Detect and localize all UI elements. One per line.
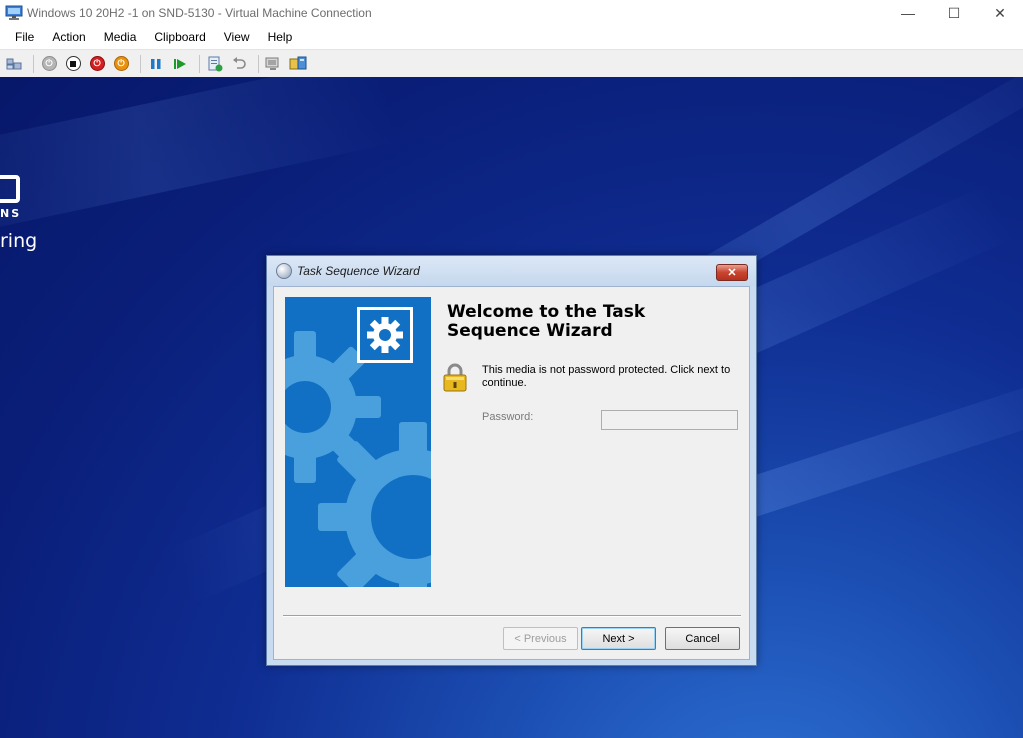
minimize-button[interactable]: — [885, 0, 931, 26]
wizard-app-icon [276, 263, 292, 279]
close-icon: ✕ [994, 4, 1006, 21]
password-status-text: This media is not password protected. Cl… [482, 364, 731, 389]
logo-box [0, 175, 20, 203]
dialog-close-button[interactable]: ✕ [716, 264, 748, 281]
gear-icon [357, 307, 413, 363]
window-title: Windows 10 20H2 -1 on SND-5130 - Virtual… [27, 6, 372, 20]
vm-connection-icon [5, 5, 23, 21]
toolbar: ⏻ ⏻ ⏻ [0, 49, 1023, 77]
revert-icon[interactable] [229, 54, 249, 74]
wizard-heading: Welcome to the Task Sequence Wizard [447, 302, 646, 341]
wizard-side-image [285, 297, 431, 587]
password-input[interactable] [601, 410, 738, 430]
next-button[interactable]: Next > [581, 627, 656, 650]
shutdown-icon[interactable]: ⏻ [87, 54, 107, 74]
light-streak [0, 77, 399, 247]
brand-text: ring [0, 230, 38, 252]
task-sequence-wizard-dialog: Task Sequence Wizard ✕ Welcome to the Ta… [266, 255, 757, 666]
reset-icon[interactable] [170, 54, 190, 74]
toolbar-separator [258, 54, 259, 73]
button-separator [283, 615, 741, 617]
menu-clipboard[interactable]: Clipboard [145, 26, 214, 49]
toolbar-separator [140, 54, 141, 73]
brand-fragment: NS [0, 207, 22, 220]
turn-off-icon[interactable] [63, 54, 83, 74]
dialog-titlebar: Task Sequence Wizard ✕ [267, 256, 756, 286]
minimize-icon: — [901, 5, 915, 21]
checkpoint-icon[interactable] [205, 54, 225, 74]
start-icon[interactable]: ⏻ [39, 54, 59, 74]
previous-button[interactable]: < Previous [503, 627, 578, 650]
menu-view[interactable]: View [215, 26, 259, 49]
menu-help[interactable]: Help [259, 26, 302, 49]
window-titlebar: Windows 10 20H2 -1 on SND-5130 - Virtual… [0, 0, 1023, 26]
maximize-icon: ☐ [947, 4, 961, 21]
maximize-button[interactable]: ☐ [931, 0, 977, 26]
ctrl-alt-del-icon[interactable] [4, 54, 24, 74]
dialog-title: Task Sequence Wizard [297, 264, 420, 278]
enhanced-session-icon[interactable] [264, 54, 284, 74]
menu-bar: File Action Media Clipboard View Help [0, 26, 1023, 49]
dialog-body: Welcome to the Task Sequence Wizard This… [273, 286, 750, 660]
close-window-button[interactable]: ✕ [977, 0, 1023, 26]
close-icon: ✕ [727, 267, 737, 279]
pause-icon[interactable] [146, 54, 166, 74]
password-label: Password: [482, 411, 534, 423]
lock-icon [442, 363, 468, 393]
menu-file[interactable]: File [6, 26, 43, 49]
menu-action[interactable]: Action [43, 26, 94, 49]
share-icon[interactable] [288, 54, 308, 74]
cancel-button[interactable]: Cancel [665, 627, 740, 650]
save-icon[interactable]: ⏻ [111, 54, 131, 74]
menu-media[interactable]: Media [95, 26, 146, 49]
toolbar-separator [33, 54, 34, 73]
toolbar-separator [199, 54, 200, 73]
